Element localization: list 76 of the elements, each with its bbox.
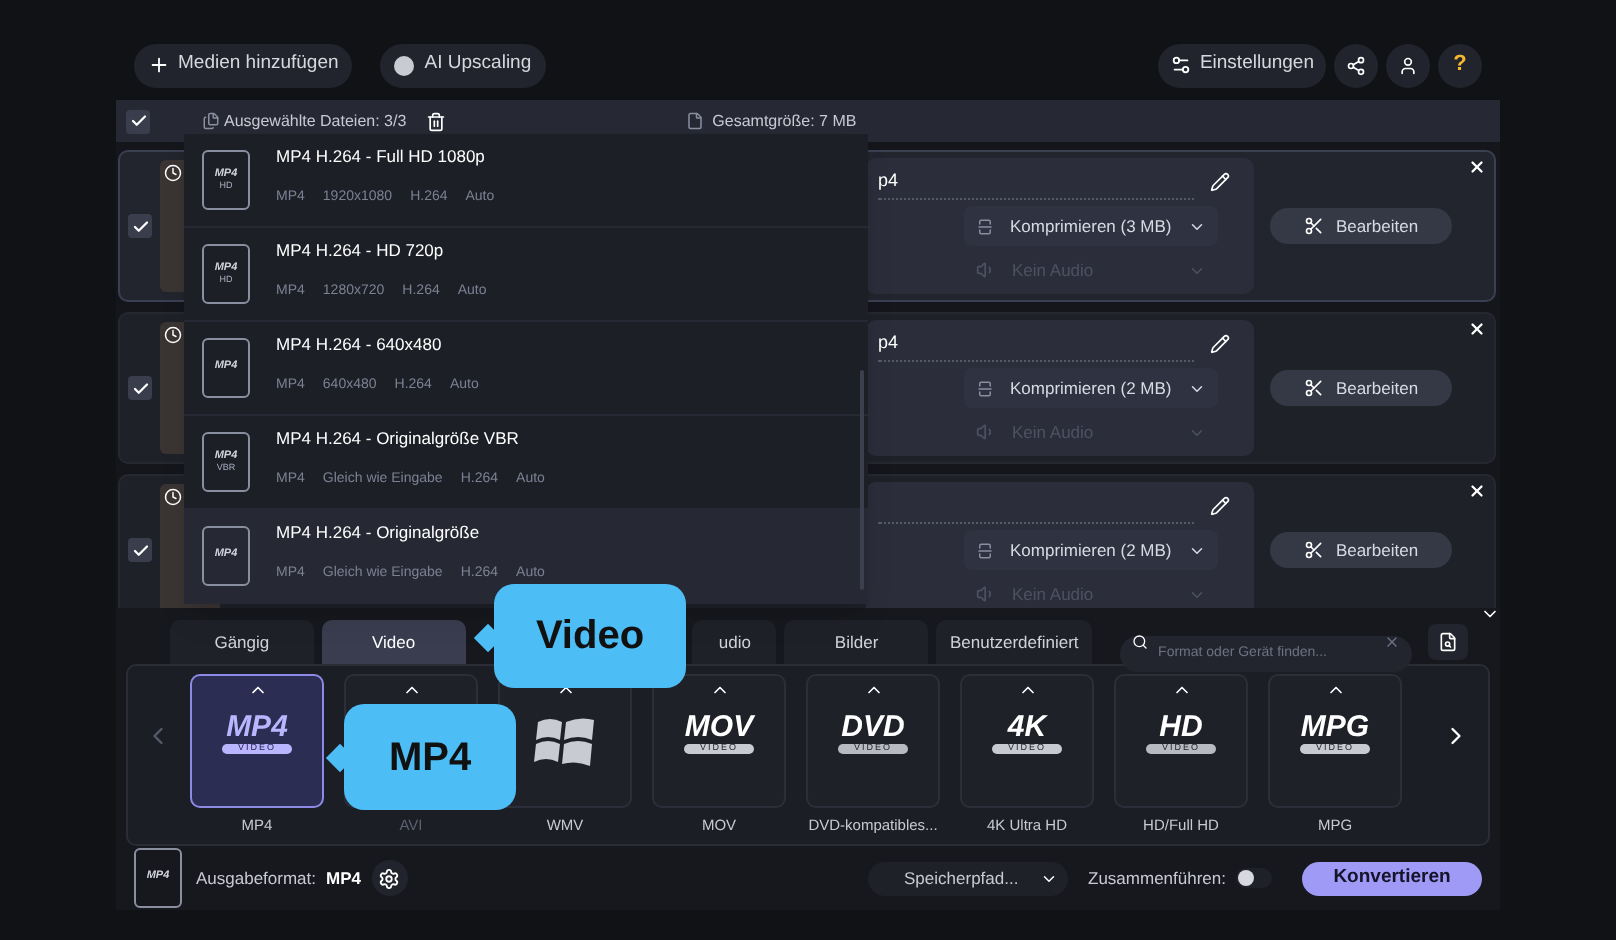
convert-button[interactable]: Konvertieren <box>1302 861 1482 895</box>
rename-icon[interactable] <box>1210 333 1230 353</box>
ai-upscaling-button[interactable]: AI Upscaling <box>380 43 546 87</box>
close-icon[interactable] <box>1468 320 1486 338</box>
sliders-icon <box>1169 54 1192 76</box>
split-icon <box>976 217 994 235</box>
checkbox[interactable] <box>128 538 152 562</box>
format-tooltip: MP4 <box>344 704 516 810</box>
scissors-icon <box>1303 216 1324 236</box>
add-media-button[interactable]: Medien hinzufügen <box>134 43 353 87</box>
speaker-icon <box>976 422 996 442</box>
checkbox[interactable] <box>126 109 150 133</box>
help-button[interactable]: ? <box>1438 43 1482 87</box>
preset-title: MP4 H.264 - Originalgröße VBR <box>276 425 521 452</box>
format-tab[interactable]: Benutzerdefiniert <box>936 620 1093 664</box>
format-tab[interactable]: Gängig <box>170 620 314 664</box>
preset-title: MP4 H.264 - HD 720p <box>276 237 446 264</box>
split-icon <box>976 379 994 397</box>
close-icon[interactable] <box>1468 158 1486 176</box>
delete-icon[interactable] <box>426 111 447 131</box>
rename-icon[interactable] <box>1210 171 1230 191</box>
check-icon <box>131 379 149 397</box>
edit-button[interactable]: Bearbeiten <box>1270 208 1452 244</box>
tab-tooltip: Video <box>494 584 686 688</box>
compression-dropdown[interactable]: Komprimieren (2 MB) <box>964 530 1218 570</box>
edit-button[interactable]: Bearbeiten <box>1270 532 1452 568</box>
share-button[interactable] <box>1334 43 1378 87</box>
file-name: p4 <box>878 329 899 356</box>
rename-icon[interactable] <box>1210 495 1230 515</box>
close-icon[interactable] <box>1468 482 1486 500</box>
clock-icon <box>164 488 182 506</box>
compression-dropdown[interactable]: Komprimieren (2 MB) <box>964 368 1218 408</box>
preset-title: MP4 H.264 - Originalgröße <box>276 519 482 546</box>
settings-button[interactable]: Einstellungen <box>1157 43 1326 87</box>
scissors-icon <box>1303 378 1324 398</box>
compression-dropdown[interactable]: Komprimieren (3 MB) <box>964 206 1218 246</box>
checkbox[interactable] <box>128 376 152 400</box>
file-search-icon <box>1438 632 1459 652</box>
output-format-label: Ausgabeformat: <box>196 865 317 891</box>
scissors-icon <box>1303 540 1324 560</box>
ai-icon <box>394 55 415 75</box>
selected-files-count: Ausgewählte Dateien: 3/3 <box>224 109 407 133</box>
preset-title: MP4 H.264 - 640x480 <box>276 331 444 358</box>
merge-toggle[interactable] <box>1236 868 1272 888</box>
search-icon <box>1132 634 1149 650</box>
split-icon <box>976 541 994 559</box>
account-button[interactable] <box>1386 43 1430 87</box>
windows-logo-icon <box>533 712 597 772</box>
clock-icon <box>164 164 182 182</box>
check-icon <box>131 217 149 235</box>
find-format-button[interactable] <box>1428 624 1468 660</box>
save-path-dropdown[interactable]: Speicherpfad... <box>868 861 1069 895</box>
check-icon <box>131 541 149 559</box>
format-tab[interactable]: Video <box>321 620 466 664</box>
clear-icon[interactable] <box>1384 634 1401 650</box>
merge-label: Zusammenführen: <box>1088 865 1226 891</box>
file-name: p4 <box>878 167 899 194</box>
user-icon <box>1398 55 1418 75</box>
speaker-icon <box>976 260 996 280</box>
scrollbar-thumb[interactable] <box>860 370 864 590</box>
output-format-value: MP4 <box>326 865 361 891</box>
clock-icon <box>164 326 182 344</box>
preset-title: MP4 H.264 - Full HD 1080p <box>276 143 487 170</box>
format-tab[interactable]: udio <box>692 620 777 664</box>
files-icon <box>202 112 220 130</box>
share-icon <box>1346 55 1366 75</box>
check-icon <box>129 112 147 130</box>
plus-icon <box>148 54 170 76</box>
file-icon <box>686 112 705 130</box>
format-tab[interactable]: Bilder <box>784 620 929 664</box>
gear-icon <box>378 867 400 889</box>
speaker-icon <box>976 584 996 604</box>
checkbox[interactable] <box>128 214 152 238</box>
total-size: Gesamtgröße: 7 MB <box>712 109 857 133</box>
edit-button[interactable]: Bearbeiten <box>1270 370 1452 406</box>
output-settings-button[interactable] <box>371 860 407 896</box>
